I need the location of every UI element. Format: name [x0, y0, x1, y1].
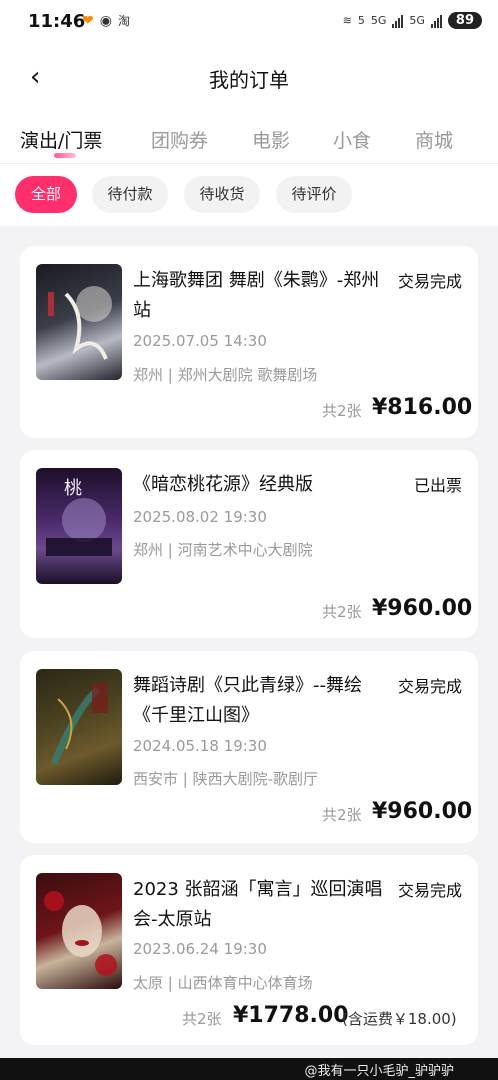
order-title: 《暗恋桃花源》经典版 — [133, 474, 313, 495]
status-time: 11:46 — [28, 11, 86, 32]
network-5g-label-1: 5G — [370, 14, 387, 27]
order-price: ¥960.00 — [372, 596, 473, 621]
tab-snacks[interactable]: 小食 — [333, 126, 371, 153]
order-filters: 全部 待付款 待收货 待评价 — [0, 164, 498, 226]
order-venue: 太原 | 山西体育中心体育场 — [133, 974, 313, 992]
order-status: 交易完成 — [397, 677, 462, 696]
ticket-count: 共2张 — [322, 806, 362, 824]
order-venue: 郑州 | 河南艺术中心大剧院 — [133, 541, 313, 559]
shipping-fee-note: (含运费￥18.00) — [342, 1010, 457, 1028]
order-time: 2023.06.24 19:30 — [133, 940, 267, 958]
status-app-icons: ❤ ◉ 淘 — [82, 12, 130, 29]
network-5-label: 5 — [357, 14, 365, 27]
filter-all[interactable]: 全部 — [15, 176, 77, 213]
active-tab-indicator — [54, 153, 76, 158]
show-poster-image — [36, 873, 122, 989]
svg-text:桃: 桃 — [64, 478, 82, 499]
filter-pending-payment[interactable]: 待付款 — [92, 176, 168, 213]
show-poster-image — [36, 264, 122, 380]
order-time: 2025.07.05 14:30 — [133, 332, 267, 350]
network-5g-label-2: 5G — [409, 14, 425, 27]
status-right: ≋ 5 5G 5G 89 — [343, 12, 482, 29]
tab-movies[interactable]: 电影 — [252, 126, 290, 153]
filter-pending-delivery[interactable]: 待收货 — [184, 176, 260, 213]
order-status: 交易完成 — [397, 881, 462, 900]
order-status: 交易完成 — [397, 272, 462, 291]
battery-indicator: 89 — [447, 12, 482, 29]
show-poster-image — [36, 669, 122, 785]
tab-shows[interactable]: 演出/门票 — [20, 126, 102, 153]
tab-group-coupons[interactable]: 团购券 — [151, 126, 208, 153]
order-venue: 西安市 | 陕西大剧院-歌剧厅 — [133, 770, 319, 788]
tab-mall[interactable]: 商城 — [415, 126, 453, 153]
order-time: 2024.05.18 19:30 — [133, 737, 267, 755]
page-title: 我的订单 — [209, 68, 289, 92]
status-bar: 11:46 ❤ ◉ 淘 ≋ 5 5G 5G 89 — [0, 0, 498, 46]
ticket-count: 共2张 — [322, 402, 362, 420]
order-card[interactable]: 桃 《暗恋桃花源》经典版 已出票 2025.08.02 19:30 郑州 | 河… — [20, 450, 478, 638]
show-poster-image: 桃 — [36, 468, 122, 584]
order-time: 2025.08.02 19:30 — [133, 508, 267, 526]
order-card[interactable]: 上海歌舞团 舞剧《朱鹮》-郑州站 交易完成 2025.07.05 14:30 郑… — [20, 246, 478, 438]
filter-pending-review[interactable]: 待评价 — [276, 176, 352, 213]
order-title: 2023 张韶涵「寓言」巡回演唱会-太原站 — [133, 879, 383, 930]
order-card[interactable]: 2023 张韶涵「寓言」巡回演唱会-太原站 交易完成 2023.06.24 19… — [20, 855, 478, 1045]
watermark-bar: @我有一只小毛驴_驴驴驴 — [0, 1058, 498, 1080]
watermark-text: @我有一只小毛驴_驴驴驴 — [304, 1064, 454, 1079]
signal-icon-2 — [430, 14, 442, 28]
order-title: 舞蹈诗剧《只此青绿》--舞绘《千里江山图》 — [133, 675, 362, 726]
ticket-count: 共2张 — [182, 1010, 222, 1028]
weibo-icon: ◉ — [99, 12, 112, 29]
order-price: ¥816.00 — [372, 395, 473, 420]
heart-app-icon: ❤ — [82, 12, 94, 29]
taobao-icon: 淘 — [117, 14, 130, 28]
order-card[interactable]: 舞蹈诗剧《只此青绿》--舞绘《千里江山图》 交易完成 2024.05.18 19… — [20, 651, 478, 843]
order-price: ¥960.00 — [372, 799, 473, 824]
order-price: ¥1778.00 — [233, 1003, 349, 1028]
order-status: 已出票 — [413, 476, 462, 495]
order-venue: 郑州 | 郑州大剧院 歌舞剧场 — [133, 366, 318, 384]
ticket-count: 共2张 — [322, 603, 362, 621]
wifi-icon: ≋ — [342, 14, 352, 27]
page-header: ‹ 我的订单 — [0, 46, 498, 108]
signal-icon-1 — [392, 14, 404, 28]
order-title: 上海歌舞团 舞剧《朱鹮》-郑州站 — [133, 270, 380, 321]
